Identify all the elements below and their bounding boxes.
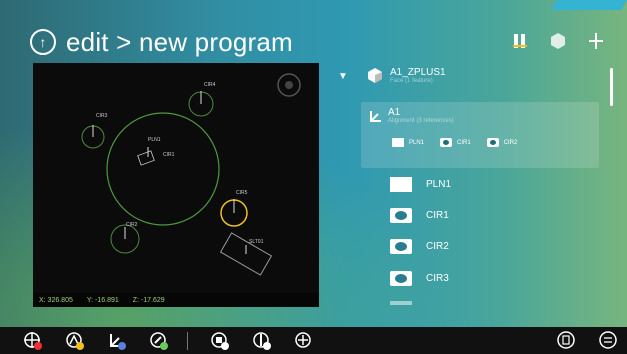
cir2-label: CIR2: [126, 222, 138, 228]
circle-icon: [390, 208, 412, 223]
alignment-axis-icon: [370, 110, 381, 122]
hexagon-icon[interactable]: [549, 32, 567, 50]
page-header: ↑ edit > new program: [30, 22, 293, 62]
move-button[interactable]: [293, 330, 314, 351]
add-feature-button[interactable]: [22, 330, 43, 351]
tree-item-pln1[interactable]: PLN1: [390, 177, 451, 192]
tree-scrollbar[interactable]: [610, 68, 613, 106]
circle-icon: [486, 138, 499, 147]
probe-button[interactable]: [251, 330, 272, 351]
coord-y: Y: -16.891: [86, 296, 119, 304]
part-sub: Face (1 feature): [390, 77, 433, 84]
tree-item-cir3[interactable]: CIR3: [390, 271, 449, 286]
view-cube-center: [285, 81, 293, 89]
cir5-label: CIR5: [236, 190, 248, 196]
part-cube-icon: [368, 68, 382, 83]
edit-button[interactable]: [148, 330, 169, 351]
up-arrow-icon[interactable]: ↑: [30, 29, 56, 55]
coord-z: Z: -17.629: [132, 296, 165, 304]
menu-icon: [599, 331, 617, 349]
circle-icon: [390, 239, 412, 254]
solid-icon: [211, 332, 229, 350]
plane-icon: [392, 138, 404, 147]
alignment-ref-pln1[interactable]: PLN1: [392, 138, 424, 147]
report-icon: [557, 331, 575, 349]
part-node[interactable]: A1_ZPLUS1 Face (1 feature): [366, 66, 446, 84]
measure-angle-button[interactable]: [64, 330, 85, 351]
angle-icon: [66, 332, 84, 350]
tree-item-cir1[interactable]: CIR1: [390, 208, 449, 223]
axis-icon: [110, 334, 126, 350]
page-title: edit > new program: [66, 26, 293, 57]
coord-x: X: 326.805: [39, 296, 73, 304]
toolbar-divider: [187, 331, 188, 350]
alignment-node[interactable]: A1 Alignment (3 references) PLN1 CIR1 CI…: [361, 102, 599, 168]
probe-icon[interactable]: [587, 32, 605, 50]
move-icon: [295, 332, 311, 348]
pln1-label: PLN1: [148, 137, 161, 143]
tree-item-cir2[interactable]: CIR2: [390, 239, 449, 254]
slt01-label: SLT01: [249, 239, 264, 245]
cir1-label: CIR1: [163, 152, 175, 158]
plane-marker: [137, 150, 155, 166]
alignment-name: A1: [388, 107, 401, 118]
circle-icon: [440, 138, 453, 147]
program-tree: ▼ A1_ZPLUS1 Face (1 feature) A1 Alignmen…: [330, 63, 615, 307]
crosshair-plus-icon: [24, 332, 42, 350]
corner-accent: [551, 0, 627, 10]
feature-circle-large: [106, 112, 220, 226]
pencil-icon: [150, 332, 168, 350]
cir3-label: CIR3: [96, 113, 108, 119]
menu-button[interactable]: [598, 330, 619, 351]
circle-icon: [390, 271, 412, 286]
part-name: A1_ZPLUS1: [390, 66, 446, 78]
solid-view-button[interactable]: [209, 330, 230, 351]
plane-icon: [390, 177, 412, 192]
alignment-ref-cir1[interactable]: CIR1: [440, 138, 471, 147]
alignment-button[interactable]: [106, 330, 127, 351]
alignment-sub: Alignment (3 references): [388, 118, 454, 124]
tree-item-partial: [390, 301, 412, 305]
alignment-ref-cir2[interactable]: CIR2: [486, 138, 517, 147]
expand-chevron-icon[interactable]: ▼: [338, 71, 348, 82]
cad-canvas[interactable]: CIR3 CIR4 PLN1 CIR1 CIR5 CIR2 SLT01: [33, 63, 319, 307]
bottom-toolbar: [0, 327, 627, 354]
coordinate-readout: X: 326.805 Y: -16.891 Z: -17.629: [33, 293, 319, 307]
cad-viewport[interactable]: CIR3 CIR4 PLN1 CIR1 CIR5 CIR2 SLT01 X: 3…: [33, 63, 319, 307]
cir4-label: CIR4: [204, 82, 216, 88]
probe-tool-icon: [253, 332, 271, 350]
grid-icon[interactable]: [511, 32, 529, 50]
report-button[interactable]: [556, 330, 577, 351]
top-toolbar: [511, 32, 605, 50]
